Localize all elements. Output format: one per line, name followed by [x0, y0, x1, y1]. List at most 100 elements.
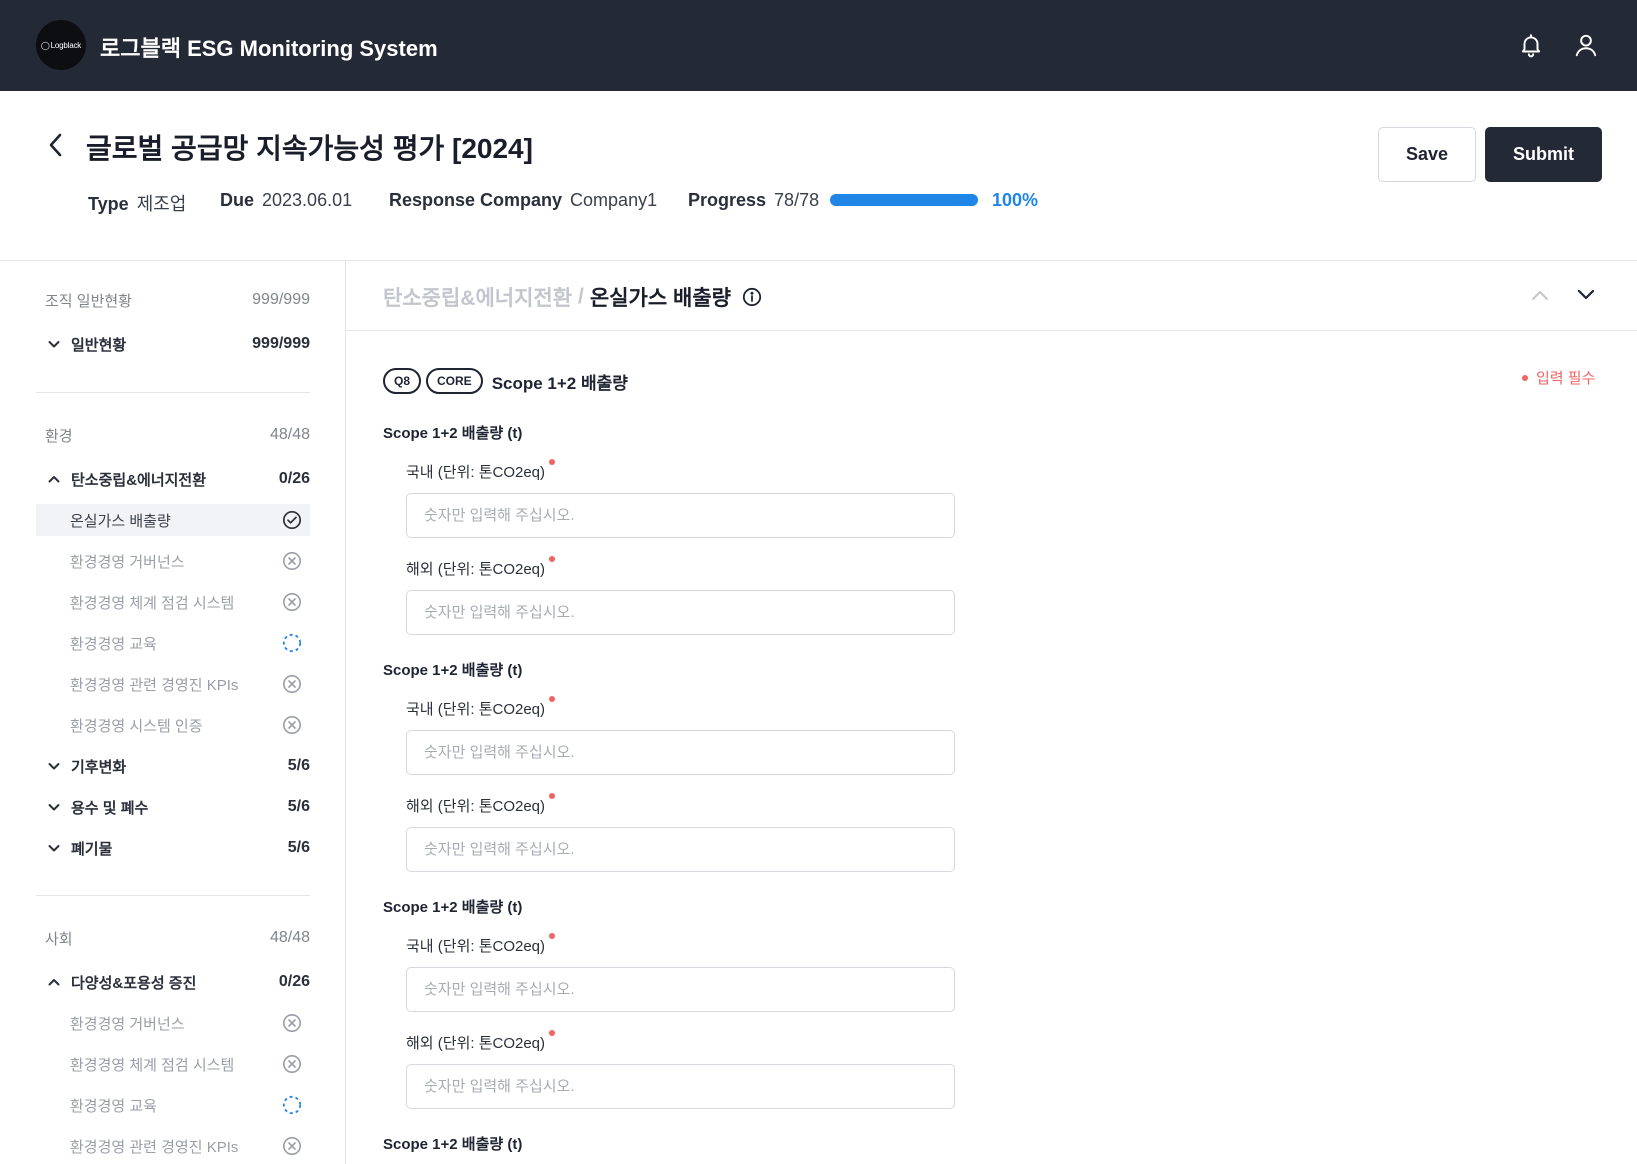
sidebar-section-count: 48/48	[269, 929, 310, 946]
sidebar-section-label: 사회	[45, 930, 73, 948]
sidebar-item-social-kpis[interactable]: 환경경영 관련 경영진 KPIs	[36, 1130, 310, 1162]
sidebar-item-label: 온실가스 배출량	[70, 512, 171, 530]
field-label-text: 국내 (단위: 톤CO2eq)	[406, 701, 546, 718]
overseas-emission-input[interactable]	[406, 1064, 955, 1109]
chevron-up-icon	[47, 975, 61, 989]
sidebar-group-label: 기후변화	[71, 758, 127, 776]
sidebar-group-label: 탄소중립&에너지전환	[71, 471, 207, 489]
chevron-down-icon	[47, 841, 61, 855]
sidebar-group-count: 0/26	[278, 470, 310, 487]
meta-progress-label: Progress	[688, 190, 767, 210]
domestic-emission-input[interactable]	[406, 730, 955, 775]
chevron-down-icon	[47, 337, 61, 351]
sidebar-section-count: 999/999	[252, 291, 310, 308]
domestic-emission-input[interactable]	[406, 967, 955, 1012]
meta-type: Type 제조업	[88, 190, 186, 216]
field-label-text: 국내 (단위: 톤CO2eq)	[406, 938, 546, 955]
dashed-circle-icon	[282, 633, 302, 653]
sidebar-item-env-kpis[interactable]: 환경경영 관련 경영진 KPIs	[36, 668, 310, 700]
sidebar-item-ghg-emissions[interactable]: 온실가스 배출량	[36, 504, 310, 536]
field-label-text: 해외 (단위: 톤CO2eq)	[406, 561, 546, 578]
field-label: 국내 (단위: 톤CO2eq)	[406, 459, 556, 482]
sidebar-group-count: 5/6	[287, 839, 310, 856]
bell-icon[interactable]	[1516, 30, 1546, 60]
breadcrumb-separator: /	[578, 285, 584, 308]
sidebar-section-social: 사회 48/48	[36, 922, 310, 954]
sidebar-group-carbon[interactable]: 탄소중립&에너지전환 0/26	[36, 463, 310, 495]
dashed-circle-icon	[282, 1095, 302, 1115]
question-core-badge: CORE	[426, 368, 483, 394]
sidebar-item-label: 환경경영 거버넌스	[70, 1015, 185, 1033]
main-header-divider	[346, 330, 1637, 331]
required-dot-icon	[549, 1030, 556, 1036]
field-label-text: 해외 (단위: 톤CO2eq)	[406, 1035, 546, 1052]
chevron-left-icon[interactable]	[42, 128, 70, 162]
sidebar-item-label: 환경경영 시스템 인증	[70, 717, 203, 735]
field-label-text: 해외 (단위: 톤CO2eq)	[406, 798, 546, 815]
sidebar-group-count: 0/26	[278, 973, 310, 990]
sidebar-group-count: 5/6	[287, 798, 310, 815]
sidebar-item-env-governance[interactable]: 환경경영 거버넌스	[36, 545, 310, 577]
app-title: 로그블랙 ESG Monitoring System	[100, 36, 438, 61]
info-icon[interactable]	[741, 286, 763, 308]
sidebar-item-social-inspection[interactable]: 환경경영 체계 점검 시스템	[36, 1048, 310, 1080]
required-note-label: 입력 필수	[1536, 370, 1596, 387]
domestic-emission-input[interactable]	[406, 493, 955, 538]
chevron-up-icon[interactable]	[1527, 282, 1553, 308]
chevron-down-icon	[47, 800, 61, 814]
logo-text: Logblack	[50, 40, 82, 50]
user-icon[interactable]	[1571, 30, 1601, 60]
x-circle-icon	[282, 1136, 302, 1156]
meta-type-value: 제조업	[136, 194, 187, 214]
sidebar-separator	[36, 392, 310, 393]
sidebar-item-env-certification[interactable]: 환경경영 시스템 인증	[36, 709, 310, 741]
meta-due: Due 2023.06.01	[220, 190, 352, 211]
sidebar: 조직 일반현황 999/999 일반현황 999/999 환경 48/48 탄소…	[0, 261, 345, 1164]
required-dot-icon	[549, 696, 556, 702]
required-dot-icon	[1522, 374, 1528, 381]
sidebar-group-label: 일반현황	[71, 336, 127, 354]
sidebar-section-org: 조직 일반현황 999/999	[36, 284, 310, 316]
progress-percent: 100%	[992, 190, 1039, 210]
sidebar-separator	[36, 895, 310, 896]
field-group-title: Scope 1+2 배출량 (t)	[383, 1136, 523, 1153]
sidebar-item-social-governance[interactable]: 환경경영 거버넌스	[36, 1007, 310, 1039]
chevron-down-icon	[47, 759, 61, 773]
required-dot-icon	[549, 933, 556, 939]
sidebar-group-count: 999/999	[252, 335, 310, 352]
field-group-title: Scope 1+2 배출량 (t)	[383, 899, 523, 916]
sidebar-group-waste[interactable]: 폐기물 5/6	[36, 832, 310, 864]
field-group-title: Scope 1+2 배출량 (t)	[383, 662, 523, 679]
sidebar-item-label: 환경경영 체계 점검 시스템	[70, 1056, 235, 1074]
sidebar-item-env-education[interactable]: 환경경영 교육	[36, 627, 310, 659]
breadcrumb-current: 온실가스 배출량	[589, 287, 731, 310]
x-circle-icon	[282, 1054, 302, 1074]
save-button[interactable]: Save	[1378, 127, 1476, 182]
sidebar-item-social-education[interactable]: 환경경영 교육	[36, 1089, 310, 1121]
field-label-text: 국내 (단위: 톤CO2eq)	[406, 464, 546, 481]
required-dot-icon	[549, 556, 556, 562]
overseas-emission-input[interactable]	[406, 827, 955, 872]
sidebar-group-general[interactable]: 일반현황 999/999	[36, 328, 310, 360]
sidebar-group-climate[interactable]: 기후변화 5/6	[36, 750, 310, 782]
field-label: 국내 (단위: 톤CO2eq)	[406, 933, 556, 956]
logo-mark-icon: ◯	[40, 40, 50, 50]
sidebar-group-diversity[interactable]: 다양성&포용성 증진 0/26	[36, 966, 310, 998]
app-logo[interactable]: ◯ Logblack	[36, 20, 86, 70]
sidebar-group-label: 다양성&포용성 증진	[71, 974, 197, 992]
sidebar-item-env-inspection[interactable]: 환경경영 체계 점검 시스템	[36, 586, 310, 618]
sidebar-section-count: 48/48	[269, 426, 310, 443]
breadcrumb-parent[interactable]: 탄소중립&에너지전환	[383, 282, 572, 312]
sidebar-group-water[interactable]: 용수 및 폐수 5/6	[36, 791, 310, 823]
overseas-emission-input[interactable]	[406, 590, 955, 635]
sidebar-group-label: 용수 및 폐수	[71, 799, 149, 817]
question-number-badge: Q8	[383, 368, 422, 394]
submit-button[interactable]: Submit	[1485, 127, 1602, 182]
field-group-title: Scope 1+2 배출량 (t)	[383, 425, 523, 442]
sidebar-group-count: 5/6	[287, 757, 310, 774]
meta-company-label: Response Company	[389, 190, 563, 210]
chevron-down-icon[interactable]	[1573, 282, 1599, 308]
sidebar-group-label: 폐기물	[71, 840, 113, 858]
meta-type-label: Type	[88, 194, 129, 214]
meta-progress: Progress 78/78	[688, 190, 819, 211]
